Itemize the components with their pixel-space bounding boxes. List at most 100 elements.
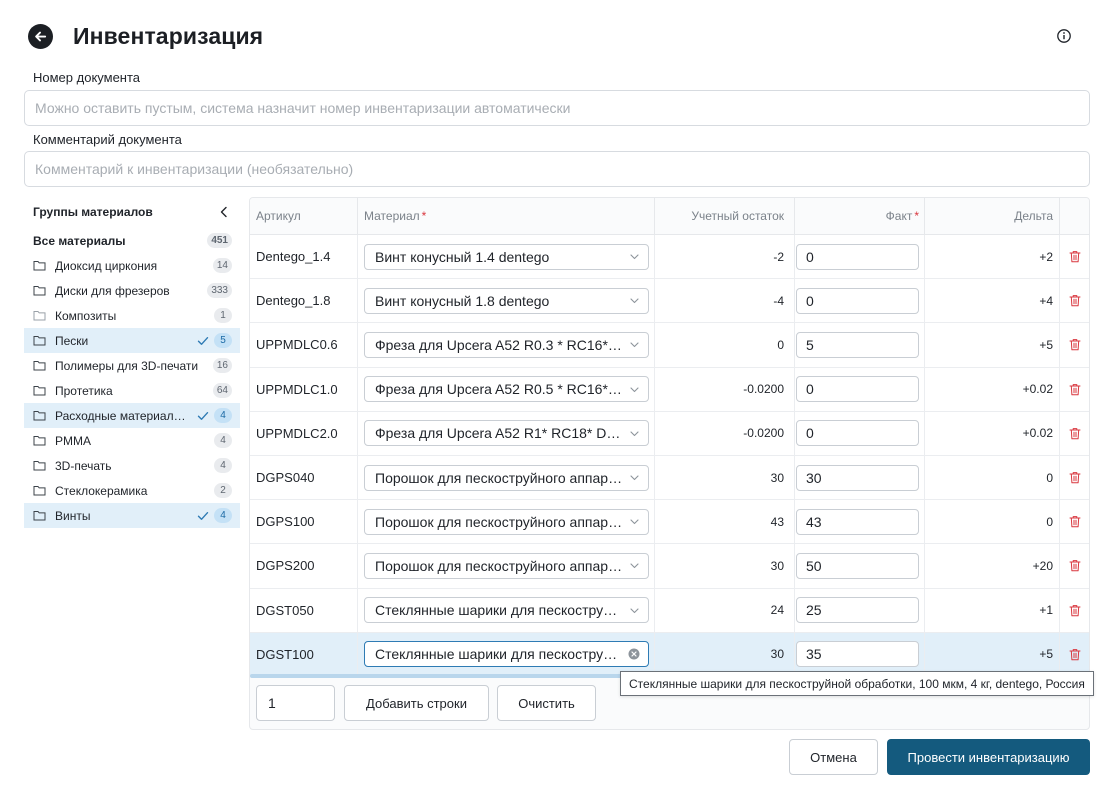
trash-icon[interactable] (1069, 515, 1081, 528)
sidebar-item-label: PMMA (55, 433, 91, 448)
cell-delta: +0.02 (925, 367, 1060, 411)
material-select[interactable]: Стеклянные шарики для пескоструйной обра… (364, 597, 649, 624)
material-select[interactable]: Фреза для Upcera A52 R0.3 * RC16* D3 * L… (364, 331, 649, 358)
material-select[interactable]: Винт конусный 1.8 dentego (364, 287, 649, 314)
cell-fact (795, 588, 925, 632)
material-select[interactable]: Порошок для пескоструйного аппарата 200 … (364, 552, 649, 579)
cell-material: Фреза для Upcera A52 R0.5 * RC16* D3 * L… (358, 367, 655, 411)
chevron-down-icon (630, 254, 639, 260)
cell-balance: -0.0200 (655, 367, 795, 411)
doc-number-label: Номер документа (33, 70, 141, 85)
check-icon (197, 336, 209, 345)
fact-input[interactable] (796, 331, 919, 358)
cell-balance: 43 (655, 500, 795, 544)
fact-input[interactable] (796, 420, 919, 447)
sidebar-item[interactable]: Полимеры для 3D-печати 16 (24, 353, 240, 378)
sidebar-item[interactable]: Расходные материалы д... 4 (24, 403, 240, 428)
table-row: Dentego_1.8 Винт конусный 1.8 dentego -4 +4 (250, 279, 1089, 324)
sidebar-item-label: Винты (55, 508, 91, 523)
material-select[interactable]: Порошок для пескоструйного аппарата 100 … (364, 508, 649, 535)
cell-article: DGPS200 (250, 544, 358, 588)
table-footer: Добавить строки Очистить (256, 685, 596, 721)
material-select-value: Фреза для Upcera A52 R0.5 * RC16* D3 * L… (375, 381, 623, 398)
trash-icon[interactable] (1069, 559, 1081, 572)
sidebar-item[interactable]: Протетика 64 (24, 378, 240, 403)
trash-icon[interactable] (1069, 383, 1081, 396)
trash-icon[interactable] (1069, 604, 1081, 617)
cell-balance: 24 (655, 588, 795, 632)
chevron-left-icon[interactable] (217, 205, 231, 219)
info-icon[interactable] (1056, 28, 1072, 44)
check-icon (197, 511, 209, 520)
sidebar-item-label: Стеклокерамика (55, 483, 148, 498)
sidebar-item[interactable]: Пески 5 (24, 328, 240, 353)
cell-delta: 0 (925, 500, 1060, 544)
trash-icon[interactable] (1069, 648, 1081, 661)
material-select-value: Стеклянные шарики для пескоструйной обра… (375, 646, 622, 663)
clear-icon[interactable] (628, 648, 640, 660)
arrow-left-icon (35, 31, 47, 41)
fact-input[interactable] (796, 464, 919, 491)
submit-inventory-button[interactable]: Провести инвентаризацию (887, 739, 1090, 775)
col-balance: Учетный остаток (655, 198, 795, 234)
cell-delta: +5 (925, 632, 1060, 676)
sidebar-item-label: Диски для фрезеров (55, 283, 170, 298)
trash-icon[interactable] (1069, 471, 1081, 484)
sidebar-item-label: Полимеры для 3D-печати (55, 358, 199, 373)
sidebar-item[interactable]: Композиты 1 (24, 303, 240, 328)
sidebar-item[interactable]: Винты 4 (24, 503, 240, 528)
count-badge: 4 (214, 458, 232, 473)
fact-input[interactable] (796, 508, 919, 535)
doc-number-input[interactable] (24, 90, 1090, 126)
cell-article: DGPS040 (250, 455, 358, 500)
cell-material: Винт конусный 1.8 dentego (358, 279, 655, 323)
sidebar-item[interactable]: Все материалы 451 (24, 228, 240, 253)
material-select[interactable]: Фреза для Upcera A52 R0.5 * RC16* D3 * L… (364, 376, 649, 403)
fact-input[interactable] (796, 552, 919, 579)
back-button[interactable] (28, 23, 53, 49)
material-select[interactable]: Фреза для Upcera A52 R1* RC18* D3 * L50 (364, 420, 649, 447)
sidebar-item[interactable]: Стеклокерамика 2 (24, 478, 240, 503)
fact-input[interactable] (796, 597, 919, 624)
chevron-down-icon (630, 563, 639, 569)
cell-article: UPPMDLC0.6 (250, 323, 358, 367)
cell-balance: -4 (655, 279, 795, 323)
rows-count-input[interactable] (256, 685, 335, 721)
fact-input[interactable] (796, 376, 919, 403)
add-rows-button[interactable]: Добавить строки (344, 685, 489, 721)
folder-icon (33, 261, 46, 271)
material-select[interactable]: Порошок для пескоструйного аппарата 40 м… (364, 464, 649, 491)
cancel-button[interactable]: Отмена (789, 739, 878, 775)
cell-balance: -0.0200 (655, 411, 795, 455)
sidebar-item-label: Композиты (55, 308, 117, 323)
clear-button[interactable]: Очистить (497, 685, 596, 721)
material-select[interactable]: Стеклянные шарики для пескоструйной обра… (364, 641, 649, 668)
folder-icon (33, 386, 46, 396)
trash-icon[interactable] (1069, 294, 1081, 307)
table-row: Dentego_1.4 Винт конусный 1.4 dentego -2 +2 (250, 235, 1089, 280)
cell-actions (1060, 456, 1089, 499)
sidebar-item[interactable]: Диски для фрезеров 333 (24, 278, 240, 303)
sidebar-item[interactable]: 3D-печать 4 (24, 453, 240, 478)
table-row: UPPMDLC0.6 Фреза для Upcera A52 R0.3 * RC… (250, 323, 1089, 368)
cell-fact (795, 323, 925, 367)
cell-fact (795, 632, 925, 676)
col-actions (1060, 198, 1089, 234)
material-select-value: Винт конусный 1.4 dentego (375, 248, 550, 265)
doc-comment-label: Комментарий документа (33, 132, 182, 147)
trash-icon[interactable] (1069, 427, 1081, 440)
folder-icon (33, 511, 46, 521)
trash-icon[interactable] (1069, 250, 1081, 263)
sidebar-item[interactable]: Диоксид циркония 14 (24, 253, 240, 278)
doc-comment-input[interactable] (24, 151, 1090, 187)
fact-input[interactable] (796, 287, 919, 314)
sidebar-item-label: Протетика (55, 383, 113, 398)
trash-icon[interactable] (1069, 338, 1081, 351)
material-select[interactable]: Винт конусный 1.4 dentego (364, 243, 649, 270)
check-icon (197, 411, 209, 420)
cell-balance: 30 (655, 632, 795, 676)
horizontal-scrollbar[interactable] (250, 674, 628, 678)
sidebar-item[interactable]: PMMA 4 (24, 428, 240, 453)
fact-input[interactable] (796, 641, 919, 668)
fact-input[interactable] (796, 243, 919, 270)
